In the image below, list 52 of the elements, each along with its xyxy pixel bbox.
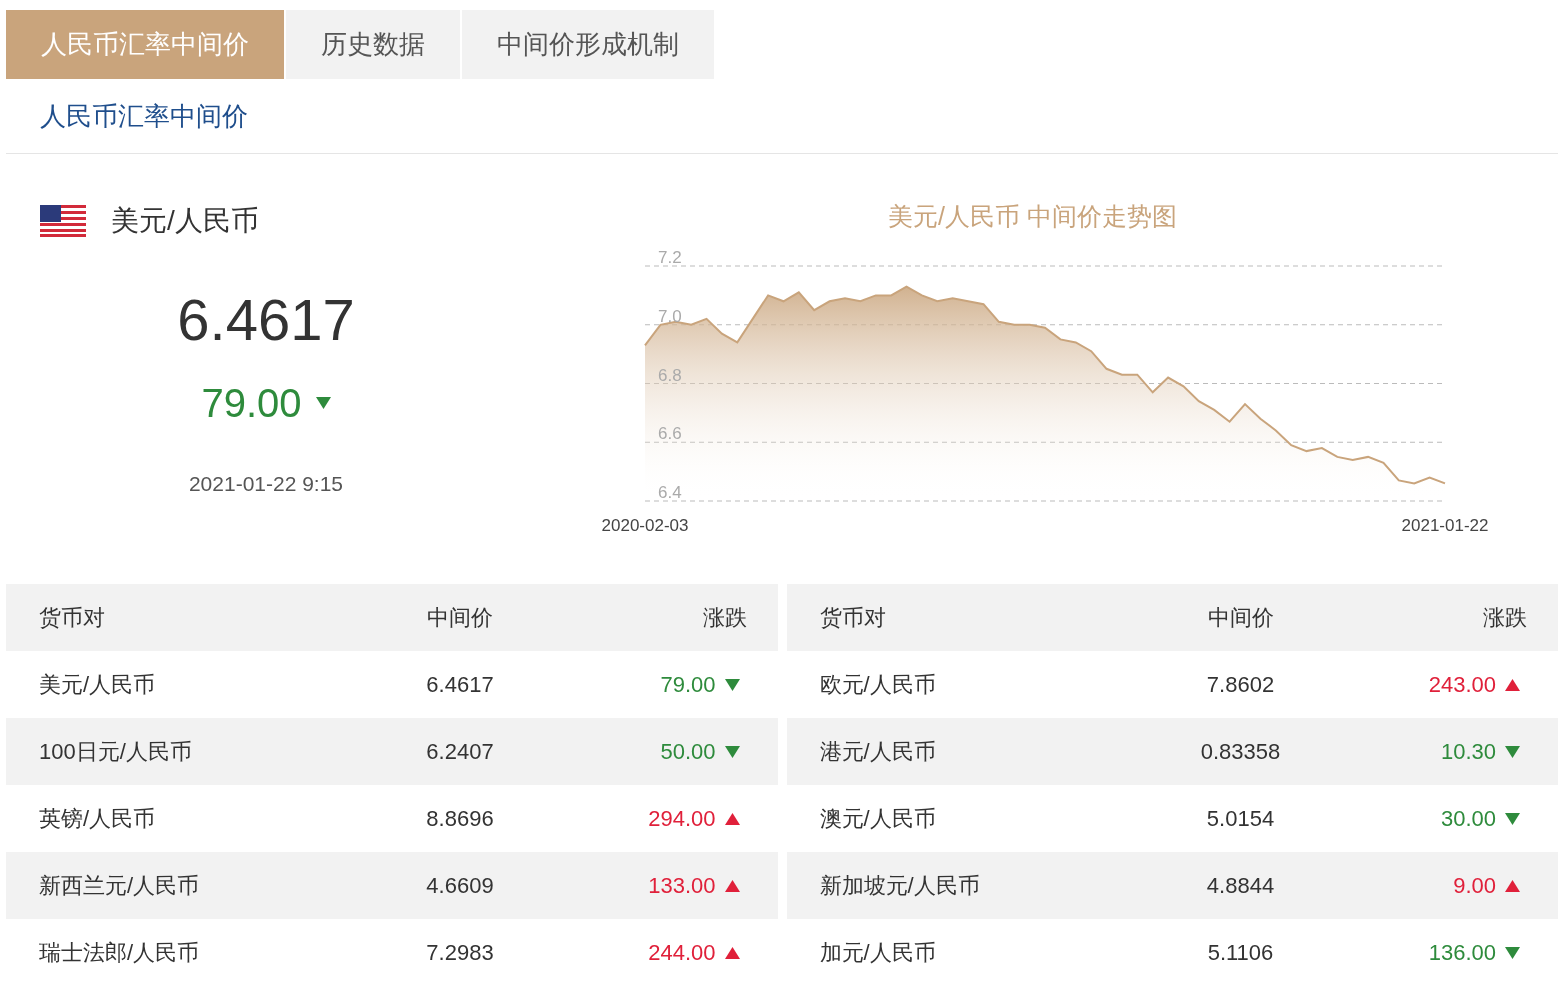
y-tick-label: 6.6 bbox=[658, 423, 682, 443]
start-date-label: 2020-02-03 bbox=[601, 515, 689, 535]
table-cell: 瑞士法郎/人民币 bbox=[39, 940, 200, 965]
table-cell: 新加坡元/人民币 bbox=[819, 873, 980, 898]
column-header: 货币对 bbox=[818, 604, 887, 632]
column-header: 涨跌 bbox=[701, 604, 748, 632]
table-cell-text: 30.00 bbox=[1440, 805, 1496, 833]
flag-icon bbox=[40, 205, 86, 237]
tab[interactable]: 中间价形成机制 bbox=[462, 10, 714, 79]
y-tick-label: 6.4 bbox=[658, 482, 682, 502]
table-cell: 100日元/人民币 bbox=[39, 739, 192, 764]
table-cell: 4.6609 bbox=[426, 873, 494, 898]
table-cell: 新西兰元/人民币 bbox=[39, 873, 200, 898]
y-tick-label: 7.0 bbox=[658, 306, 682, 326]
y-tick-label: 7.2 bbox=[658, 249, 682, 267]
table-cell: 6.2407 bbox=[426, 739, 494, 764]
table-cell-text: 244.00 bbox=[648, 939, 716, 967]
table-cell: 8.8696 bbox=[426, 806, 494, 831]
table-cell: 港元/人民币 bbox=[819, 739, 936, 764]
table-cell: 7.8602 bbox=[1206, 672, 1275, 697]
table-cell-text: 79.00 bbox=[660, 671, 716, 699]
table-cell: 5.0154 bbox=[1206, 806, 1275, 831]
column-header: 涨跌 bbox=[1482, 604, 1528, 632]
update-time: 2021-01-22 9:15 bbox=[188, 471, 344, 497]
table-cell: 加元/人民币 bbox=[819, 940, 936, 965]
table-cell: 7.2983 bbox=[426, 940, 494, 965]
column-header: 货币对 bbox=[38, 604, 106, 632]
table-cell: 澳元/人民币 bbox=[819, 806, 936, 831]
table-cell-text: 133.00 bbox=[648, 872, 716, 900]
y-tick-label: 6.8 bbox=[658, 365, 682, 384]
table-cell: 美元/人民币 bbox=[39, 672, 156, 697]
end-date-label: 2021-01-22 bbox=[1401, 515, 1489, 535]
column-header: 中间价 bbox=[1206, 604, 1275, 632]
table-cell-text: 9.00 bbox=[1453, 872, 1496, 900]
table-cell: 4.8844 bbox=[1206, 873, 1275, 898]
table-cell-text: 10.30 bbox=[1440, 738, 1496, 766]
table-cell-text: 243.00 bbox=[1428, 671, 1496, 699]
table-cell-text: 294.00 bbox=[648, 805, 716, 833]
tab[interactable]: 历史数据 bbox=[286, 10, 460, 79]
rate-change: 79.00 bbox=[201, 380, 302, 427]
column-header: 中间价 bbox=[426, 604, 494, 632]
table-cell-text: 136.00 bbox=[1428, 939, 1496, 967]
table-cell: 英镑/人民币 bbox=[39, 806, 156, 831]
section-title: 人民币汇率中间价 bbox=[40, 99, 248, 133]
exchange-rate: 6.4617 bbox=[177, 286, 355, 354]
table-cell: 0.83358 bbox=[1200, 739, 1281, 764]
table-cell: 6.4617 bbox=[426, 672, 494, 697]
chart-title: 美元/人民币 中间价走势图 bbox=[888, 202, 1177, 230]
table-cell: 欧元/人民币 bbox=[819, 672, 936, 697]
table-cell-text: 50.00 bbox=[660, 738, 716, 766]
table-cell: 5.1106 bbox=[1207, 940, 1274, 965]
currency-pair: 美元/人民币 bbox=[111, 204, 259, 238]
